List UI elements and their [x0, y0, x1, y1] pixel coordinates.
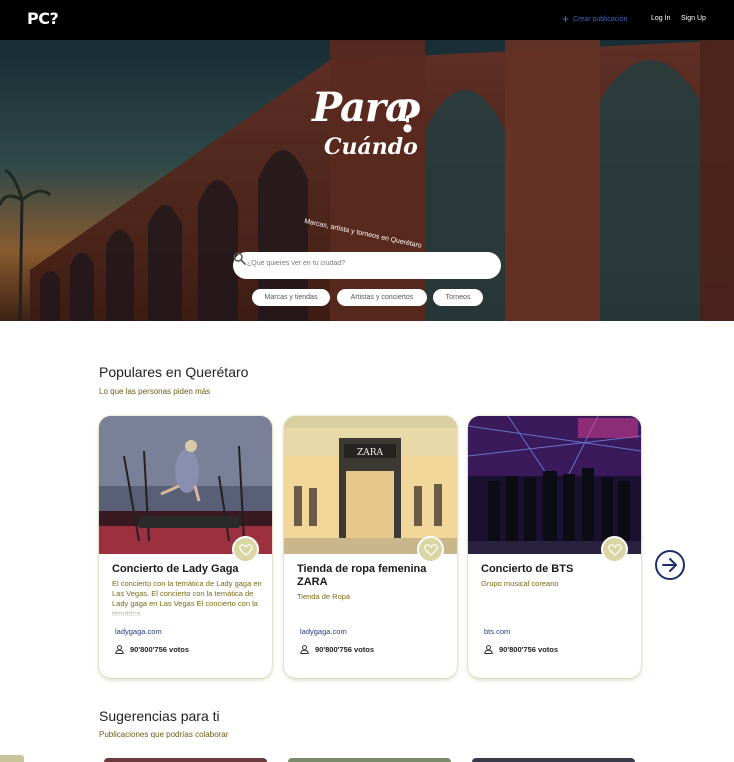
- feedback-tab[interactable]: [0, 755, 24, 762]
- hero-banner: Para ? Cuándo Marcas, artista y torneos …: [0, 40, 734, 321]
- chip-artistas-conciertos[interactable]: Artistas y conciertos: [337, 289, 427, 306]
- card-image: [468, 416, 641, 554]
- favorite-button[interactable]: [232, 536, 259, 563]
- user-icon: [300, 645, 309, 654]
- create-post-link[interactable]: + Crear publicación: [562, 12, 628, 26]
- user-icon: [115, 645, 124, 654]
- search-bar[interactable]: [233, 252, 501, 279]
- search-input[interactable]: [247, 260, 467, 267]
- votes-count: 90'800'756 votos: [315, 645, 375, 654]
- login-link[interactable]: Log In: [651, 15, 670, 22]
- card-description: El concierto con la temática de Lady gag…: [112, 579, 262, 618]
- card-title: Concierto de BTS: [481, 563, 574, 575]
- card-link[interactable]: ladygaga.com: [300, 627, 347, 636]
- chip-marcas-tiendas[interactable]: Marcas y tiendas: [252, 289, 330, 306]
- card-votes: 90'800'756 votos: [115, 645, 189, 654]
- plus-icon: +: [562, 12, 570, 26]
- event-card-bts[interactable]: Concierto de BTS Grupo musical coreano b…: [468, 416, 641, 678]
- create-post-label: Crear publicación: [573, 15, 628, 23]
- popular-subtitle: Lo que las personas piden más: [99, 387, 211, 396]
- card-description: Tienda de Ropa: [297, 592, 351, 601]
- popular-title: Populares en Querétaro: [99, 364, 249, 380]
- arrow-right-icon: [662, 558, 677, 572]
- heart-icon: [424, 544, 438, 556]
- event-card-zara[interactable]: ZARA Tienda de ropa femenina ZARA Tienda…: [284, 416, 457, 678]
- suggestions-subtitle: Publicaciones que podrías colaborar: [99, 730, 229, 739]
- brand-cuando: Cuándo: [324, 134, 418, 160]
- suggestions-title: Sugerencias para ti: [99, 708, 220, 724]
- top-navbar: PC? + Crear publicación Log In Sign Up: [0, 0, 734, 40]
- suggestion-card-peek[interactable]: [472, 758, 635, 762]
- user-icon: [484, 645, 493, 654]
- carousel-next-button[interactable]: [655, 550, 685, 580]
- heart-icon: [239, 544, 253, 556]
- card-image: [99, 416, 272, 554]
- card-image: ZARA: [284, 416, 457, 554]
- search-icon[interactable]: [233, 252, 246, 265]
- card-link[interactable]: ladygaga.com: [115, 627, 162, 636]
- card-votes: 90'800'756 votos: [484, 645, 558, 654]
- favorite-button[interactable]: [601, 536, 628, 563]
- card-description: Grupo musical coreano: [481, 579, 559, 588]
- card-title: Concierto de Lady Gaga: [112, 563, 239, 575]
- signup-link[interactable]: Sign Up: [681, 15, 706, 22]
- event-card-lady-gaga[interactable]: Concierto de Lady Gaga El concierto con …: [99, 416, 272, 678]
- svg-text:ZARA: ZARA: [357, 448, 384, 458]
- chip-torneos[interactable]: Torneos: [433, 289, 483, 306]
- favorite-button[interactable]: [417, 536, 444, 563]
- votes-count: 90'800'756 votos: [130, 645, 190, 654]
- card-link[interactable]: bts.com: [484, 627, 510, 636]
- votes-count: 90'800'756 votos: [499, 645, 559, 654]
- suggestion-card-peek[interactable]: [104, 758, 267, 762]
- card-title: Tienda de ropa femenina ZARA: [297, 563, 427, 588]
- logo[interactable]: PC?: [27, 9, 59, 28]
- suggestion-card-peek[interactable]: [288, 758, 451, 762]
- card-votes: 90'800'756 votos: [300, 645, 374, 654]
- heart-icon: [608, 544, 622, 556]
